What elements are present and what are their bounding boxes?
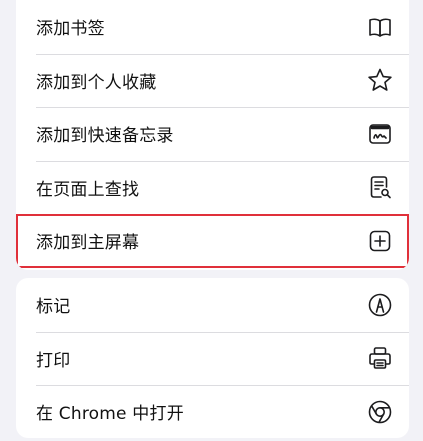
- menu-item-label: 添加到快速备忘录: [36, 126, 174, 147]
- markup-icon: [366, 291, 394, 319]
- book-icon: [366, 13, 394, 41]
- menu-item-add-to-favorites[interactable]: 添加到个人收藏: [16, 53, 409, 108]
- menu-item-open-in-chrome[interactable]: 在 Chrome 中打开: [16, 385, 409, 438]
- menu-item-label: 在 Chrome 中打开: [36, 404, 184, 425]
- share-menu-group-top: 添加书签 添加到个人收藏 添加到快速备忘录 在页面上查找 添加到主屏幕: [16, 0, 409, 270]
- menu-item-label: 打印: [36, 350, 71, 371]
- star-icon: [366, 66, 394, 94]
- menu-item-label: 在页面上查找: [36, 179, 140, 200]
- menu-item-label: 添加书签: [36, 19, 105, 40]
- find-in-page-icon: [366, 173, 394, 201]
- menu-item-print[interactable]: 打印: [16, 331, 409, 386]
- plus-square-icon: [366, 227, 394, 255]
- quick-note-icon: [366, 120, 394, 148]
- menu-item-add-to-home-screen[interactable]: 添加到主屏幕: [16, 214, 409, 268]
- menu-item-find-on-page[interactable]: 在页面上查找: [16, 160, 409, 215]
- printer-icon: [366, 344, 394, 372]
- menu-item-markup[interactable]: 标记: [16, 278, 409, 332]
- menu-item-add-to-quick-note[interactable]: 添加到快速备忘录: [16, 107, 409, 161]
- menu-item-add-bookmark[interactable]: 添加书签: [16, 0, 409, 54]
- menu-item-label: 添加到个人收藏: [36, 72, 157, 93]
- chrome-icon: [366, 398, 394, 426]
- menu-item-label: 添加到主屏幕: [36, 233, 140, 254]
- share-menu-group-bottom: 标记 打印 在 Chrome 中打开: [16, 278, 409, 438]
- menu-item-label: 标记: [36, 297, 71, 318]
